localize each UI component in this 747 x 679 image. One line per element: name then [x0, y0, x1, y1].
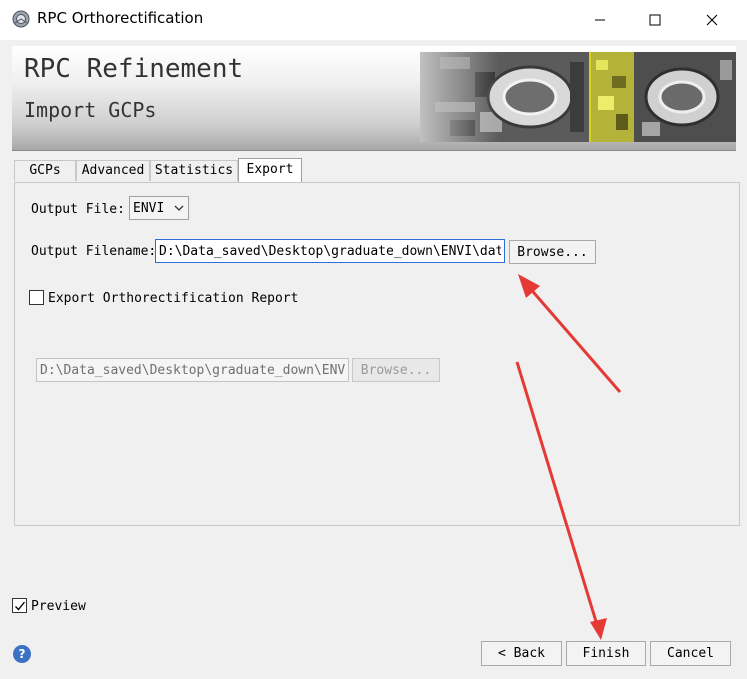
export-tab-panel	[14, 182, 740, 526]
minimize-button[interactable]	[577, 0, 623, 40]
maximize-button[interactable]	[632, 0, 678, 40]
title-bar[interactable]: RPC Orthorectification	[0, 0, 747, 40]
tab-advanced[interactable]: Advanced	[76, 160, 150, 181]
export-report-checkbox[interactable]	[29, 290, 44, 305]
report-path-input	[36, 358, 349, 382]
tab-statistics[interactable]: Statistics	[150, 160, 238, 181]
output-filename-input[interactable]	[155, 239, 505, 263]
cancel-button[interactable]: Cancel	[650, 641, 731, 666]
help-icon[interactable]: ?	[13, 645, 31, 663]
preview-checkbox[interactable]	[12, 598, 27, 613]
output-file-label: Output File:	[31, 202, 125, 217]
app-window-icon	[12, 10, 30, 28]
export-report-label: Export Orthorectification Report	[48, 291, 299, 306]
wizard-banner: RPC Refinement Import GCPs	[12, 46, 736, 151]
satellite-stadium-image	[420, 52, 736, 142]
window-title: RPC Orthorectification	[37, 9, 204, 27]
close-icon	[706, 14, 718, 26]
banner-subtitle: Import GCPs	[24, 98, 157, 122]
minimize-icon	[595, 19, 605, 21]
tab-export[interactable]: Export	[238, 158, 302, 183]
close-button[interactable]	[689, 0, 735, 40]
output-filename-label: Output Filename:	[31, 244, 157, 259]
banner-title: RPC Refinement	[24, 54, 244, 84]
tab-gcps[interactable]: GCPs	[14, 160, 76, 181]
output-file-format-dropdown[interactable]: ENVI	[129, 196, 189, 220]
checkmark-icon	[14, 601, 25, 611]
preview-label: Preview	[31, 599, 86, 614]
output-file-format-value: ENVI	[133, 200, 165, 216]
browse-button[interactable]: Browse...	[509, 240, 596, 264]
finish-button[interactable]: Finish	[566, 641, 646, 666]
chevron-down-icon	[174, 205, 184, 211]
maximize-icon	[649, 14, 661, 26]
back-button[interactable]: < Back	[481, 641, 562, 666]
report-browse-button: Browse...	[352, 358, 440, 382]
